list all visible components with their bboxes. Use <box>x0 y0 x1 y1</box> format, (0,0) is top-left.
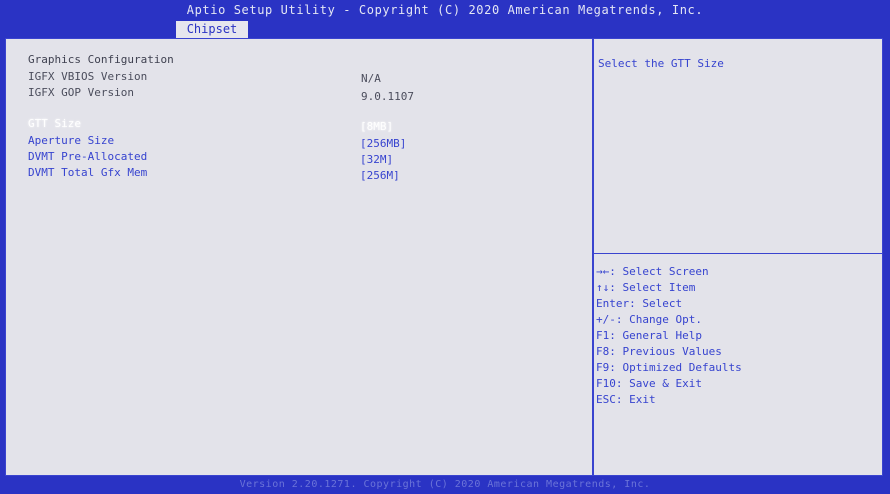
key-exit: ESC: Exit <box>596 393 656 406</box>
horizontal-divider <box>594 253 882 254</box>
key-general-help: F1: General Help <box>596 329 702 342</box>
option-gtt-size[interactable]: GTT Size <box>28 117 81 130</box>
option-dvmt-total-gfx-mem-value[interactable]: [256M] <box>360 169 400 182</box>
option-gtt-size-value[interactable]: [8MB] <box>360 120 393 133</box>
info-value-vbios: N/A <box>361 72 381 85</box>
key-optimized-defaults: F9: Optimized Defaults <box>596 361 742 374</box>
option-aperture-size-value[interactable]: [256MB] <box>360 137 406 150</box>
option-dvmt-pre-allocated-value[interactable]: [32M] <box>360 153 393 166</box>
header-bar: Aptio Setup Utility - Copyright (C) 2020… <box>0 0 890 38</box>
app-title: Aptio Setup Utility - Copyright (C) 2020… <box>186 3 704 17</box>
key-enter-select: Enter: Select <box>596 297 683 310</box>
tab-chipset[interactable]: Chipset <box>176 21 248 38</box>
main-panel: Graphics Configuration IGFX VBIOS Versio… <box>5 38 883 476</box>
key-save-exit: F10: Save & Exit <box>596 377 702 390</box>
option-dvmt-total-gfx-mem[interactable]: DVMT Total Gfx Mem <box>28 166 147 179</box>
section-title: Graphics Configuration <box>28 53 174 66</box>
info-value-gop: 9.0.1107 <box>361 90 414 103</box>
option-dvmt-pre-allocated[interactable]: DVMT Pre-Allocated <box>28 150 147 163</box>
key-previous-values: F8: Previous Values <box>596 345 722 358</box>
key-legend: →←: Select Screen ↑↓: Select Item Enter:… <box>596 264 876 408</box>
info-label-gop: IGFX GOP Version <box>28 86 134 99</box>
key-select-item: ↑↓: Select Item <box>596 281 696 294</box>
vertical-divider <box>592 39 594 475</box>
help-text: Select the GTT Size <box>598 57 724 70</box>
key-change-opt: +/-: Change Opt. <box>596 313 702 326</box>
option-aperture-size[interactable]: Aperture Size <box>28 134 114 147</box>
footer-bar: Version 2.20.1271. Copyright (C) 2020 Am… <box>0 476 890 494</box>
info-label-vbios: IGFX VBIOS Version <box>28 70 148 83</box>
key-select-screen: →←: Select Screen <box>596 265 709 278</box>
